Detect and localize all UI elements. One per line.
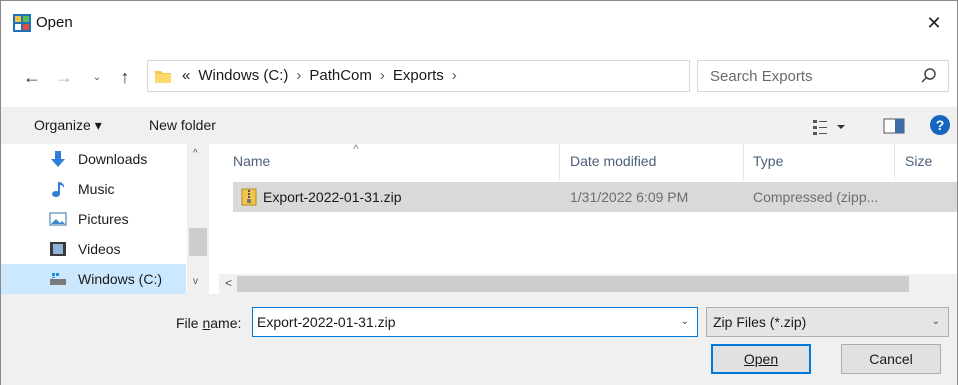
breadcrumb-separator[interactable]: › <box>448 67 461 84</box>
search-icon <box>921 68 936 83</box>
cancel-button[interactable]: Cancel <box>841 344 941 374</box>
window-title: Open <box>36 14 73 31</box>
open-button[interactable]: Open <box>711 344 811 374</box>
help-icon[interactable]: ? <box>930 115 950 135</box>
open-dialog: Open ✕ ← → ⌄ ↑ « Windows (C:) › PathCom … <box>0 0 958 385</box>
horizontal-scrollbar[interactable]: < <box>219 274 957 294</box>
breadcrumb-item[interactable]: PathCom <box>305 67 376 84</box>
file-list: ^ Name Date modified Type Size Export-20… <box>219 144 957 294</box>
sidebar-item-label: Music <box>78 181 115 197</box>
breadcrumb-item[interactable]: Windows (C:) <box>194 67 292 84</box>
navigation-scrollbar[interactable]: ^ v <box>187 144 209 294</box>
forward-arrow-icon: → <box>55 66 73 87</box>
folder-icon <box>155 71 171 83</box>
column-header-name[interactable]: Name <box>233 153 270 169</box>
up-button[interactable]: ↑ <box>113 65 137 89</box>
close-icon: ✕ <box>926 12 942 33</box>
sidebar-item-windows-c[interactable]: Windows (C:) <box>1 264 186 294</box>
sort-ascending-icon: ^ <box>353 144 359 156</box>
videos-icon <box>50 242 66 256</box>
scrollbar-thumb[interactable] <box>189 228 207 256</box>
table-row[interactable]: Export-2022-01-31.zip 1/31/2022 6:09 PM … <box>233 182 957 212</box>
title-bar: Open ✕ <box>1 1 957 45</box>
sidebar-item-pictures[interactable]: Pictures <box>1 204 186 234</box>
column-divider[interactable] <box>894 144 895 180</box>
breadcrumb-overflow[interactable]: « <box>178 67 194 84</box>
file-name-field[interactable]: Export-2022-01-31.zip ⌄ <box>252 307 698 337</box>
column-divider[interactable] <box>743 144 744 180</box>
search-placeholder: Search Exports <box>710 68 813 85</box>
search-input[interactable]: Search Exports <box>697 60 949 92</box>
command-bar: Organize ▾ New folder ? <box>1 107 957 144</box>
back-button[interactable]: ← <box>19 65 45 89</box>
breadcrumb-item[interactable]: Exports <box>389 67 448 84</box>
file-type-value: Zip Files (*.zip) <box>713 314 807 330</box>
scroll-down-icon[interactable]: v <box>193 276 198 287</box>
sidebar-item-label: Videos <box>78 241 121 257</box>
column-header-date-modified[interactable]: Date modified <box>570 153 656 169</box>
cancel-button-label: Cancel <box>869 351 913 367</box>
drive-icon <box>50 273 66 285</box>
sidebar-item-music[interactable]: Music <box>1 174 186 204</box>
sidebar-item-label: Pictures <box>78 211 129 227</box>
sidebar-item-downloads[interactable]: Downloads <box>1 144 186 174</box>
navigation-pane: Downloads Music Pictures Videos Windows … <box>1 144 219 294</box>
scroll-up-icon[interactable]: ^ <box>193 148 198 159</box>
view-options-icon[interactable] <box>811 117 851 137</box>
sidebar-item-label: Windows (C:) <box>78 271 163 287</box>
file-date: 1/31/2022 6:09 PM <box>570 189 689 205</box>
file-name-value: Export-2022-01-31.zip <box>257 314 396 330</box>
help-glyph: ? <box>935 117 945 133</box>
column-header-type[interactable]: Type <box>753 153 783 169</box>
zip-file-icon <box>241 188 257 206</box>
organize-menu[interactable]: Organize ▾ <box>34 117 102 134</box>
file-type: Compressed (zipp... <box>753 189 879 205</box>
back-arrow-icon: ← <box>23 66 41 87</box>
scroll-left-icon[interactable]: < <box>225 276 232 290</box>
address-row: ← → ⌄ ↑ « Windows (C:) › PathCom › Expor… <box>1 45 957 107</box>
sidebar-item-label: Downloads <box>78 151 148 167</box>
scrollbar-thumb[interactable] <box>237 276 909 292</box>
chevron-down-icon: ⌄ <box>92 71 102 83</box>
file-name-label: File name: <box>176 315 242 331</box>
file-type-select[interactable]: Zip Files (*.zip) ⌄ <box>706 307 949 337</box>
up-arrow-icon: ↑ <box>120 66 130 87</box>
chevron-down-icon: ⌄ <box>931 316 940 327</box>
chevron-down-icon[interactable]: ⌄ <box>681 316 689 327</box>
column-header-size[interactable]: Size <box>905 153 932 169</box>
sidebar-item-videos[interactable]: Videos <box>1 234 186 264</box>
breadcrumb-separator[interactable]: › <box>292 67 305 84</box>
forward-button[interactable]: → <box>53 65 75 89</box>
column-divider[interactable] <box>559 144 560 180</box>
download-icon <box>51 151 65 167</box>
file-name: Export-2022-01-31.zip <box>263 189 402 205</box>
open-button-label: Open <box>743 351 779 367</box>
music-icon <box>52 182 65 197</box>
preview-pane-icon[interactable] <box>883 117 905 135</box>
dialog-footer: File name: Export-2022-01-31.zip ⌄ Zip F… <box>1 294 957 385</box>
pictures-icon <box>49 212 67 226</box>
recent-locations-button[interactable]: ⌄ <box>89 65 105 89</box>
breadcrumb: « Windows (C:) › PathCom › Exports › <box>178 67 461 84</box>
new-folder-button[interactable]: New folder <box>149 117 216 133</box>
address-bar[interactable]: « Windows (C:) › PathCom › Exports › ⌄ ↻ <box>147 60 812 92</box>
app-icon <box>13 14 31 32</box>
breadcrumb-separator[interactable]: › <box>376 67 389 84</box>
close-button[interactable]: ✕ <box>911 1 957 45</box>
